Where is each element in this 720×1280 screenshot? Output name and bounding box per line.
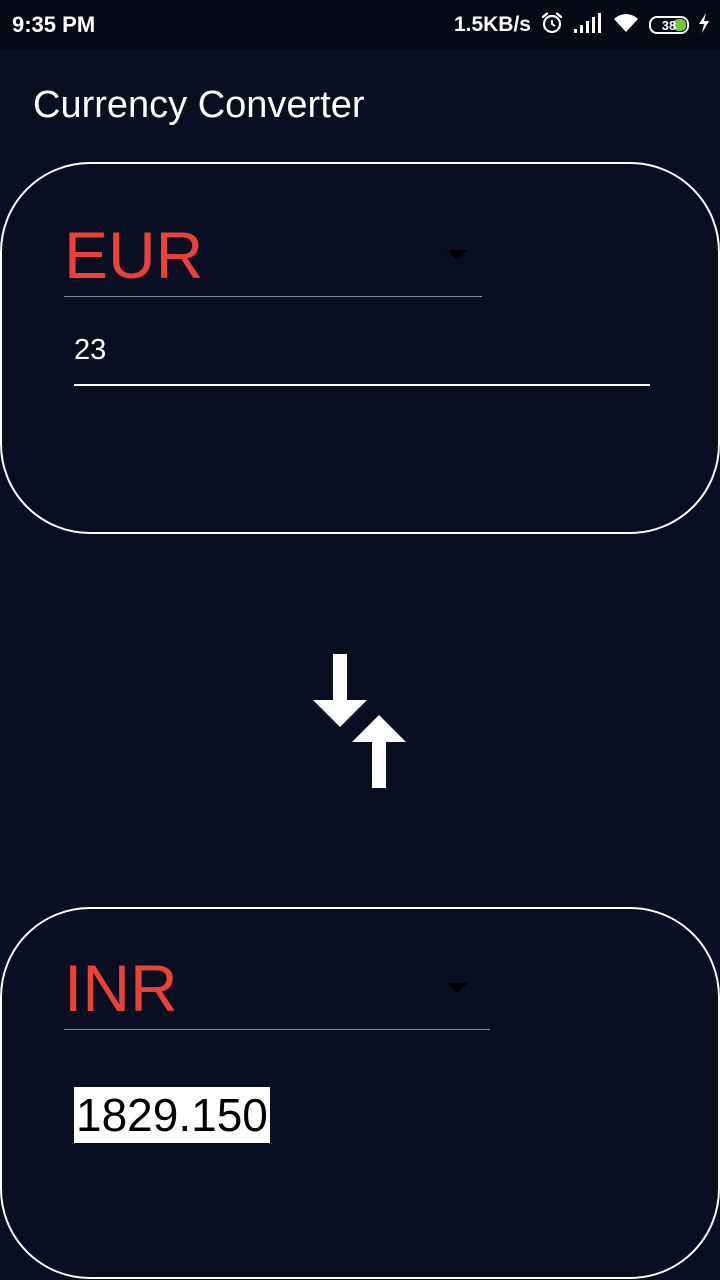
swap-currencies-button[interactable]	[312, 654, 408, 790]
page-title: Currency Converter	[33, 84, 365, 126]
charging-icon	[698, 12, 710, 39]
from-currency-dropdown[interactable]: EUR	[64, 214, 482, 297]
swap-vertical-icon	[313, 654, 406, 788]
signal-icon	[573, 12, 603, 39]
from-currency-code: EUR	[64, 218, 204, 292]
battery-icon: 38	[649, 16, 689, 34]
to-currency-dropdown[interactable]: INR	[64, 947, 490, 1030]
battery-level: 38	[661, 17, 677, 33]
from-currency-card: EUR	[0, 162, 720, 534]
chevron-down-icon	[446, 983, 468, 993]
converted-amount: 1829.150	[74, 1087, 270, 1143]
to-currency-card: INR 1829.150	[0, 907, 720, 1279]
status-time: 9:35 PM	[12, 12, 96, 37]
alarm-icon	[540, 11, 564, 40]
wifi-icon	[612, 12, 640, 39]
chevron-down-icon	[446, 250, 468, 260]
to-currency-code: INR	[64, 951, 178, 1025]
status-bar: 9:35 PM 1.5KB/s 38	[0, 0, 720, 50]
status-icons: 1.5KB/s 38	[454, 10, 710, 40]
network-speed: 1.5KB/s	[453, 13, 531, 36]
amount-input[interactable]	[74, 316, 650, 386]
